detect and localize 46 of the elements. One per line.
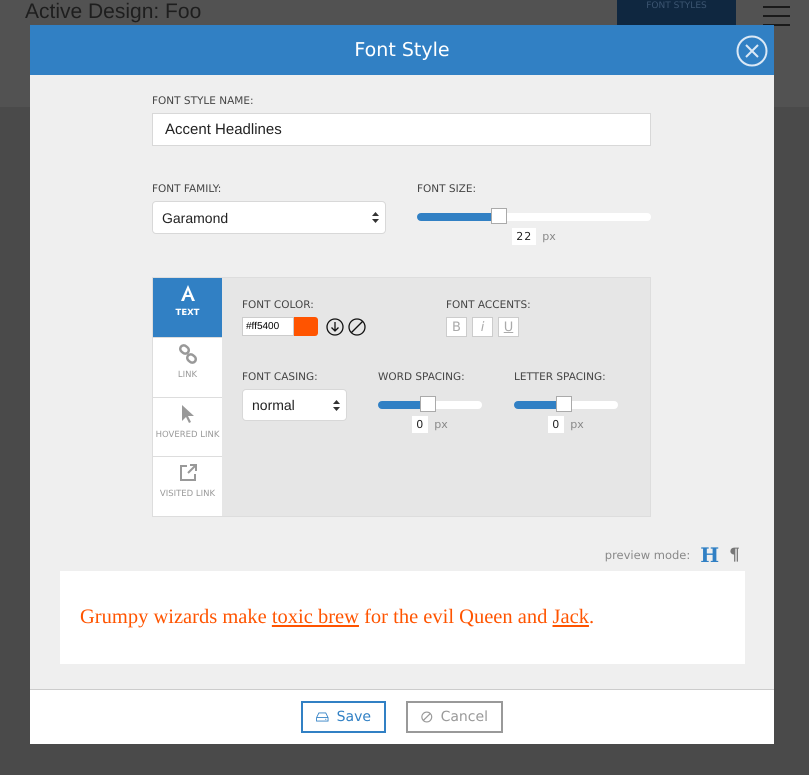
- style-tab[interactable]: VISITED LINK: [153, 457, 222, 516]
- dialog-title: Font Style: [354, 39, 450, 61]
- field-label: FONT STYLE NAME:: [152, 95, 254, 107]
- color-swatch[interactable]: [294, 317, 318, 336]
- preview-mode-option[interactable]: ¶: [729, 545, 740, 565]
- unit-label: px: [434, 418, 448, 431]
- accent-button[interactable]: B: [446, 317, 467, 337]
- menu-icon[interactable]: [763, 6, 790, 26]
- preview-mode-option[interactable]: H: [700, 543, 720, 567]
- cancel-button[interactable]: Cancel: [406, 701, 503, 733]
- field-label: FONT COLOR:: [242, 299, 315, 311]
- style-tab[interactable]: TEXT: [153, 278, 222, 337]
- dropdown-arrows-icon: [333, 400, 340, 410]
- unit-label: px: [542, 230, 556, 243]
- size-value: 22: [512, 228, 536, 245]
- color-field[interactable]: #ff5400: [242, 317, 294, 336]
- external-link-icon: [178, 463, 198, 484]
- preview-mode-label: preview mode:: [604, 548, 690, 562]
- unit-label: px: [570, 418, 584, 431]
- accent-button[interactable]: U: [498, 317, 519, 337]
- slider-handle[interactable]: [490, 208, 507, 224]
- chain-link-icon: [178, 344, 198, 364]
- field-label: FONT ACCENTS:: [446, 299, 532, 311]
- field-label: LETTER SPACING:: [514, 371, 607, 383]
- field-label: FONT FAMILY:: [152, 183, 222, 195]
- field-label: FONT SIZE:: [417, 183, 478, 195]
- no-color-icon[interactable]: [348, 318, 366, 336]
- cursor-icon: [180, 404, 194, 424]
- font-casing-select[interactable]: normal: [242, 389, 347, 421]
- slider-handle[interactable]: [556, 396, 572, 412]
- style-tab[interactable]: LINK: [153, 338, 222, 396]
- field-label: WORD SPACING:: [378, 371, 466, 383]
- accent-button[interactable]: i: [472, 317, 493, 337]
- close-button[interactable]: [736, 35, 768, 67]
- font-family-select[interactable]: Garamond: [152, 201, 386, 234]
- letter-icon: [178, 284, 196, 302]
- save-button[interactable]: Save: [301, 701, 386, 733]
- style-name-field[interactable]: Accent Headlines: [152, 113, 651, 146]
- preview-text: Grumpy wizards make toxic brew for the evil Queen and Jack.: [80, 606, 594, 629]
- field-label: FONT CASING:: [242, 371, 319, 383]
- spacing-value: 0: [412, 416, 428, 433]
- dropdown-arrows-icon: [372, 212, 379, 223]
- style-tab[interactable]: HOVERED LINK: [153, 398, 222, 456]
- spacing-value: 0: [548, 416, 564, 433]
- download-icon[interactable]: [326, 318, 344, 336]
- slider-handle[interactable]: [420, 396, 436, 412]
